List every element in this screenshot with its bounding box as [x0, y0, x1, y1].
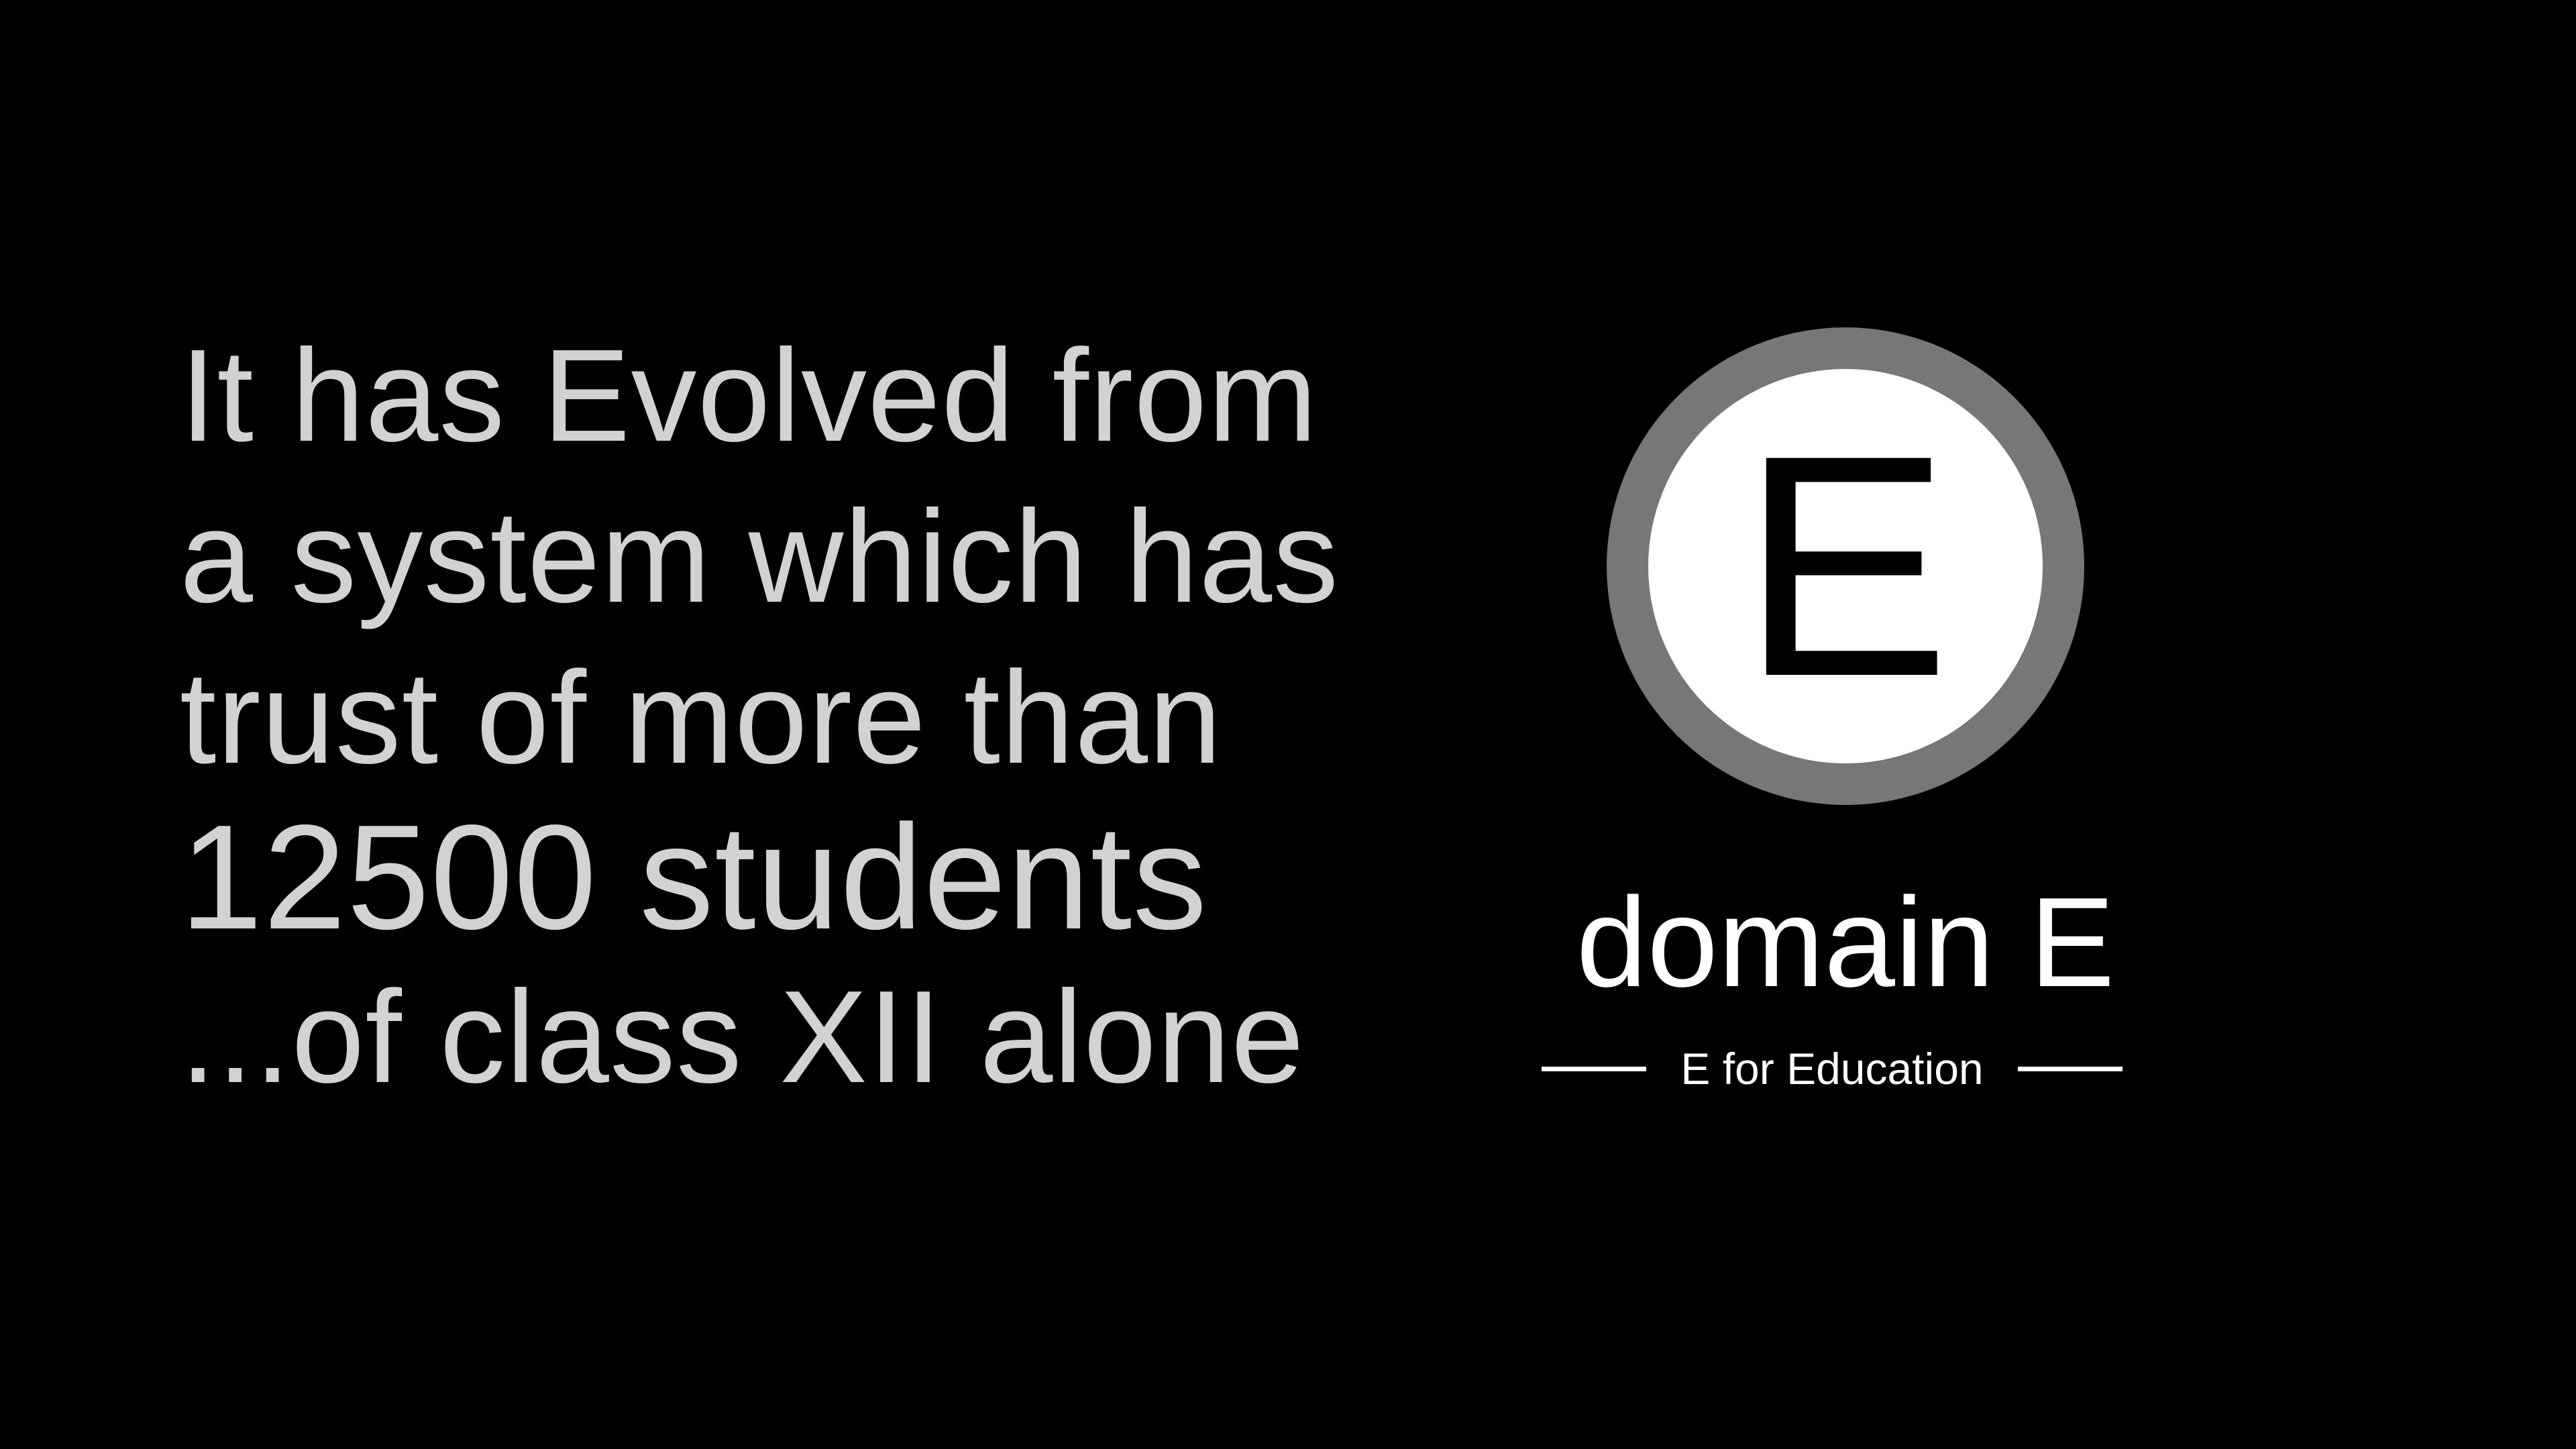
headline-block: It has Evolved from a system which has t…	[180, 315, 1360, 1118]
logo-letter: E	[1740, 390, 1951, 742]
headline-line-4: 12500 students	[180, 794, 1208, 961]
tagline-row: E for Education	[1542, 1038, 2123, 1099]
tagline: E for Education	[1680, 1044, 1984, 1093]
headline-line-2: a system which has	[180, 483, 1340, 630]
logo-circle: E	[1648, 369, 2043, 763]
headline-line-5: ...of class XII alone	[180, 963, 1305, 1110]
tagline-left-rule	[1542, 1066, 1646, 1071]
logo-ring: E	[1607, 327, 2084, 805]
tagline-right-rule	[2018, 1066, 2123, 1071]
brand-name: domain E	[1576, 871, 2115, 1014]
headline-line-3: trust of more than	[180, 644, 1223, 791]
headline-line-1: It has Evolved from	[180, 322, 1318, 469]
